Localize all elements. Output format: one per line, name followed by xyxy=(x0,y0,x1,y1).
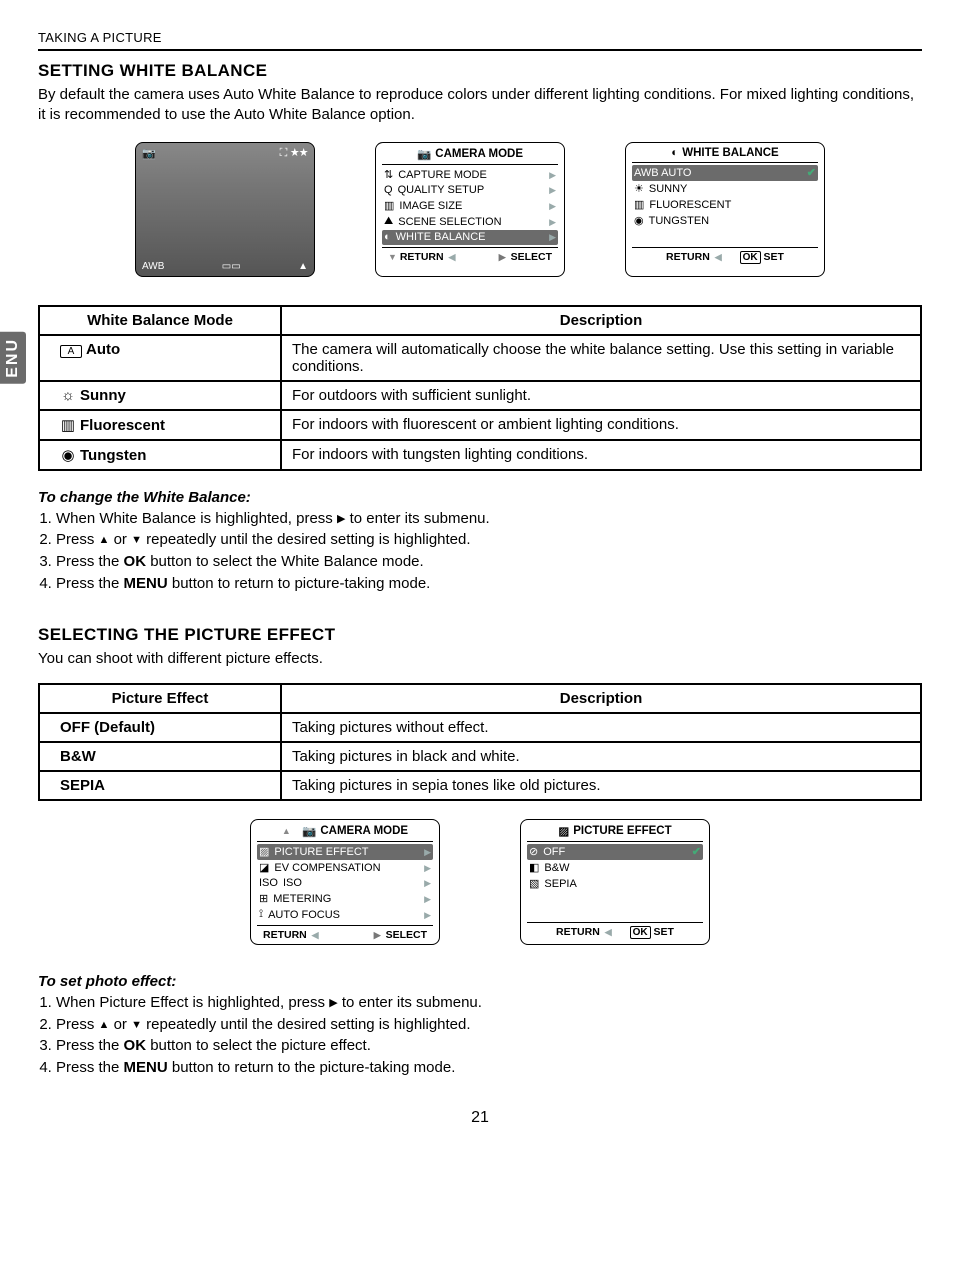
list-item: Press ▲ or ▼ repeatedly until the desire… xyxy=(56,529,922,551)
menu-item: SUNNY xyxy=(649,183,688,195)
menu-item: FLUORESCENT xyxy=(649,199,731,211)
wb-instructions: When White Balance is highlighted, press… xyxy=(38,508,922,595)
pe-table: Picture EffectDescription OFF (Default)T… xyxy=(38,683,922,801)
picture-effect-menu: ▨PICTURE EFFECT ⊘OFF✔ ◧B&W ▧SEPIA RETURN… xyxy=(520,819,710,945)
menu-item: CAPTURE MODE xyxy=(398,169,487,181)
menu-item-selected: PICTURE EFFECT xyxy=(274,846,368,858)
th-desc: Description xyxy=(281,306,921,335)
table-row: ☼SunnyFor outdoors with sufficient sunli… xyxy=(39,381,921,410)
menu-item-selected: WHITE BALANCE xyxy=(396,231,486,243)
pe-instr-title: To set photo effect: xyxy=(38,973,922,990)
pe-instructions: When Picture Effect is highlighted, pres… xyxy=(38,992,922,1079)
page-header: TAKING A PICTURE xyxy=(38,30,922,51)
menu-title-label: WHITE BALANCE xyxy=(682,147,778,159)
camera-icon: 📷 xyxy=(417,147,431,161)
table-row: OFF (Default)Taking pictures without eff… xyxy=(39,713,921,742)
camera-preview: 📷⛶ ★★ AWB ▭▭ ▲ xyxy=(135,142,315,277)
pe-figures: ▲ 📷CAMERA MODE ▨PICTURE EFFECT ◪EV COMPE… xyxy=(38,819,922,945)
white-balance-menu: ◐WHITE BALANCE AWB AUTO✔ ☀SUNNY ▥FLUORES… xyxy=(625,142,825,277)
menu-item-selected: AWB AUTO xyxy=(634,167,691,179)
menu-set: SET xyxy=(654,926,674,938)
menu-select: SELECT xyxy=(511,251,552,263)
camera-mode-menu: 📷CAMERA MODE ⇅CAPTURE MODE QQUALITY SETU… xyxy=(375,142,565,277)
pe-intro: You can shoot with different picture eff… xyxy=(38,649,922,669)
wb-instr-title: To change the White Balance: xyxy=(38,489,922,506)
table-row: B&WTaking pictures in black and white. xyxy=(39,742,921,771)
camera-icon: 📷 xyxy=(302,824,316,838)
menu-set: SET xyxy=(764,251,784,263)
menu-item: AUTO FOCUS xyxy=(268,909,340,921)
camera-mode-menu-2: ▲ 📷CAMERA MODE ▨PICTURE EFFECT ◪EV COMPE… xyxy=(250,819,440,945)
menu-return: RETURN xyxy=(400,251,444,263)
menu-return: RETURN xyxy=(556,926,600,938)
table-row: SEPIATaking pictures in sepia tones like… xyxy=(39,771,921,800)
th-desc: Description xyxy=(281,684,921,713)
list-item: Press the OK button to select the pictur… xyxy=(56,1035,922,1057)
menu-item: B&W xyxy=(544,862,569,874)
list-item: Press the MENU button to return to the p… xyxy=(56,1057,922,1079)
menu-item: SEPIA xyxy=(544,878,576,890)
side-tab: ENU xyxy=(0,332,26,384)
list-item: Press the MENU button to return to pictu… xyxy=(56,573,922,595)
menu-item: IMAGE SIZE xyxy=(399,200,462,212)
table-row: ◉TungstenFor indoors with tungsten light… xyxy=(39,440,921,470)
menu-return: RETURN xyxy=(263,929,307,941)
wb-table: White Balance ModeDescription AAutoThe c… xyxy=(38,305,922,471)
list-item: Press ▲ or ▼ repeatedly until the desire… xyxy=(56,1014,922,1036)
page-number: 21 xyxy=(38,1109,922,1127)
menu-item: QUALITY SETUP xyxy=(398,184,485,196)
th-mode: White Balance Mode xyxy=(39,306,281,335)
list-item: When White Balance is highlighted, press… xyxy=(56,508,922,530)
th-effect: Picture Effect xyxy=(39,684,281,713)
menu-item: METERING xyxy=(273,893,331,905)
effect-icon: ▨ xyxy=(558,824,569,838)
menu-title-label: PICTURE EFFECT xyxy=(573,825,671,837)
wb-icon: ◐ xyxy=(671,147,678,159)
wb-intro: By default the camera uses Auto White Ba… xyxy=(38,85,922,126)
menu-title-label: CAMERA MODE xyxy=(320,825,408,837)
table-row: AAutoThe camera will automatically choos… xyxy=(39,335,921,381)
wb-title: SETTING WHITE BALANCE xyxy=(38,61,922,81)
menu-item: TUNGSTEN xyxy=(649,215,710,227)
menu-title-label: CAMERA MODE xyxy=(435,148,523,160)
list-item: Press the OK button to select the White … xyxy=(56,551,922,573)
table-row: ▥FluorescentFor indoors with fluorescent… xyxy=(39,410,921,440)
list-item: When Picture Effect is highlighted, pres… xyxy=(56,992,922,1014)
menu-item: EV COMPENSATION xyxy=(274,862,380,874)
menu-item: ISO xyxy=(283,877,302,889)
menu-item: SCENE SELECTION xyxy=(398,216,501,228)
wb-figures: 📷⛶ ★★ AWB ▭▭ ▲ 📷CAMERA MODE ⇅CAPTURE MOD… xyxy=(38,142,922,277)
awb-label: AWB xyxy=(142,261,164,272)
menu-return: RETURN xyxy=(666,251,710,263)
menu-item-selected: OFF xyxy=(543,846,565,858)
menu-select: SELECT xyxy=(386,929,427,941)
pe-title: SELECTING THE PICTURE EFFECT xyxy=(38,625,922,645)
